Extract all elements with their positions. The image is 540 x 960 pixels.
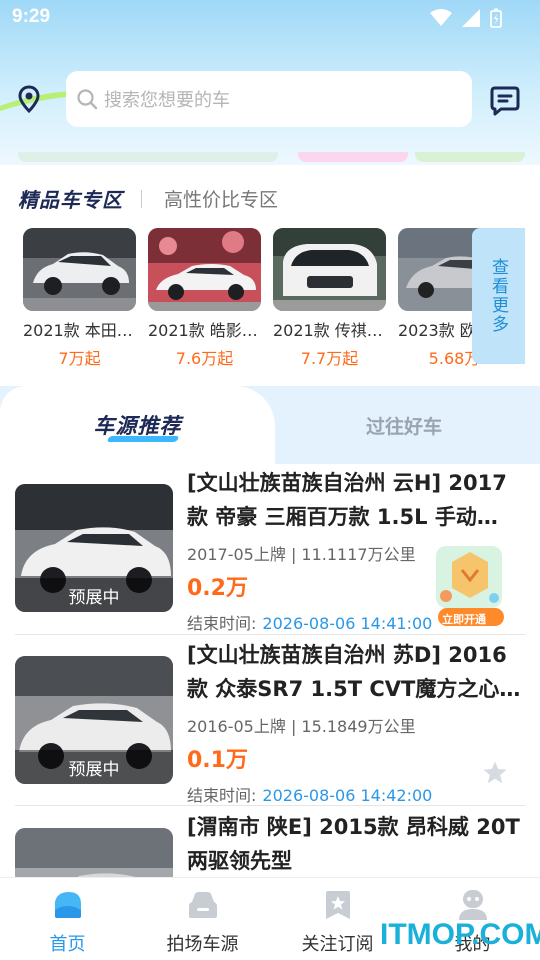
car-photo: 预展中 — [15, 656, 173, 784]
end-time: 结束时间: 2026-08-06 14:41:00 — [187, 610, 432, 634]
recommend-tabs: 车源推荐 过往好车 — [0, 386, 540, 464]
divider — [141, 189, 142, 208]
see-more-label: 查看更多 — [488, 258, 508, 334]
listing-meta: 2017-05上牌 | 11.1117万公里 — [187, 545, 416, 564]
search-placeholder: 搜索您想要的车 — [104, 90, 230, 111]
user-icon — [458, 890, 487, 920]
end-time-value: 2026-08-06 14:42:00 — [262, 786, 433, 805]
banner-strip[interactable] — [18, 152, 278, 162]
divider — [15, 805, 525, 806]
listing-price: 0.2万 — [187, 576, 248, 601]
banner-strip[interactable] — [298, 152, 408, 162]
car-name: 2021款 传祺… — [273, 321, 383, 340]
wifi-icon — [430, 9, 452, 26]
zone-tabs: 精品车专区 高性价比专区 — [18, 184, 278, 213]
nav-home-label: 首页 — [49, 934, 86, 955]
premium-car-list: 2021款 本田… 7万起 2021款 皓影… 7.6万起 2021款 传祺… … — [23, 228, 511, 369]
see-more-button[interactable]: 查看更多 — [472, 228, 525, 364]
car-photo — [23, 228, 136, 311]
tab-recommended[interactable]: 车源推荐 — [0, 386, 275, 464]
status-badge: 预展中 — [15, 750, 173, 784]
car-price: 7.6万起 — [175, 349, 234, 368]
banner-strip[interactable] — [415, 152, 525, 162]
car-price: 7万起 — [58, 349, 101, 368]
listing-meta: 2016-05上牌 | 15.1849万公里 — [187, 717, 416, 736]
premium-car-card[interactable]: 2021款 传祺… 7.7万起 — [273, 228, 386, 369]
bookmark-icon — [325, 891, 350, 919]
car-name: 2021款 皓影… — [148, 321, 258, 340]
status-time: 9:29 — [12, 6, 51, 27]
listing-title: [文山壮族苗族自治州 云H] 2017款 帝豪 三厢百万款 1.5L 手动… — [187, 471, 507, 529]
nav-auction-cars[interactable]: 拍场车源 — [135, 878, 270, 960]
tab-premium-zone[interactable]: 精品车专区 — [18, 184, 123, 213]
car-photo — [273, 228, 386, 311]
location-icon[interactable] — [14, 84, 44, 114]
listing-price: 0.1万 — [187, 748, 248, 773]
car-icon — [188, 892, 217, 918]
tab-past-cars[interactable]: 过往好车 — [366, 412, 442, 439]
car-price: 7.7万起 — [300, 349, 359, 368]
status-badge: 预展中 — [15, 578, 173, 612]
battery-icon — [490, 8, 502, 28]
nav-auction-label: 拍场车源 — [166, 934, 239, 955]
message-icon[interactable] — [489, 84, 521, 116]
end-time-label: 结束时间: — [187, 786, 257, 805]
listing-item[interactable]: [渭南市 陕E] 2015款 昂科威 20T 两驱领先型 — [0, 808, 540, 878]
car-photo: 预展中 — [15, 484, 173, 612]
end-time: 结束时间: 2026-08-06 14:42:00 — [187, 782, 432, 806]
search-icon — [77, 89, 98, 110]
end-time-label: 结束时间: — [187, 614, 257, 633]
watermark: ITMOP.COM — [380, 918, 540, 951]
listing-item[interactable]: 预展中 [文山壮族苗族自治州 苏D] 2016款 众泰SR7 1.5T CVT魔… — [0, 636, 540, 808]
car-photo — [15, 828, 173, 878]
premium-car-card[interactable]: 2021款 本田… 7万起 — [23, 228, 136, 369]
divider — [15, 634, 525, 635]
star-icon[interactable] — [482, 760, 508, 786]
listing-title: [文山壮族苗族自治州 苏D] 2016款 众泰SR7 1.5T CVT魔方之心… — [187, 643, 521, 701]
promo-floating-ad[interactable]: 立即开通 — [432, 540, 508, 630]
status-bar: 9:29 — [0, 0, 540, 36]
nav-home[interactable]: 首页 — [0, 878, 135, 960]
car-photo — [148, 228, 261, 311]
end-time-value: 2026-08-06 14:41:00 — [262, 614, 433, 633]
home-icon — [54, 892, 81, 918]
premium-car-card[interactable]: 2021款 皓影… 7.6万起 — [148, 228, 261, 369]
search-input[interactable]: 搜索您想要的车 — [66, 71, 472, 127]
listing-title: [渭南市 陕E] 2015款 昂科威 20T 两驱领先型 — [187, 815, 520, 873]
tab-value-zone[interactable]: 高性价比专区 — [164, 185, 278, 212]
active-tab-indicator — [106, 436, 180, 442]
cellular-icon — [462, 9, 480, 27]
promo-cta: 立即开通 — [442, 613, 486, 626]
car-name: 2021款 本田… — [23, 321, 133, 340]
listing-list: 预展中 [文山壮族苗族自治州 云H] 2017款 帝豪 三厢百万款 1.5L 手… — [0, 464, 540, 878]
